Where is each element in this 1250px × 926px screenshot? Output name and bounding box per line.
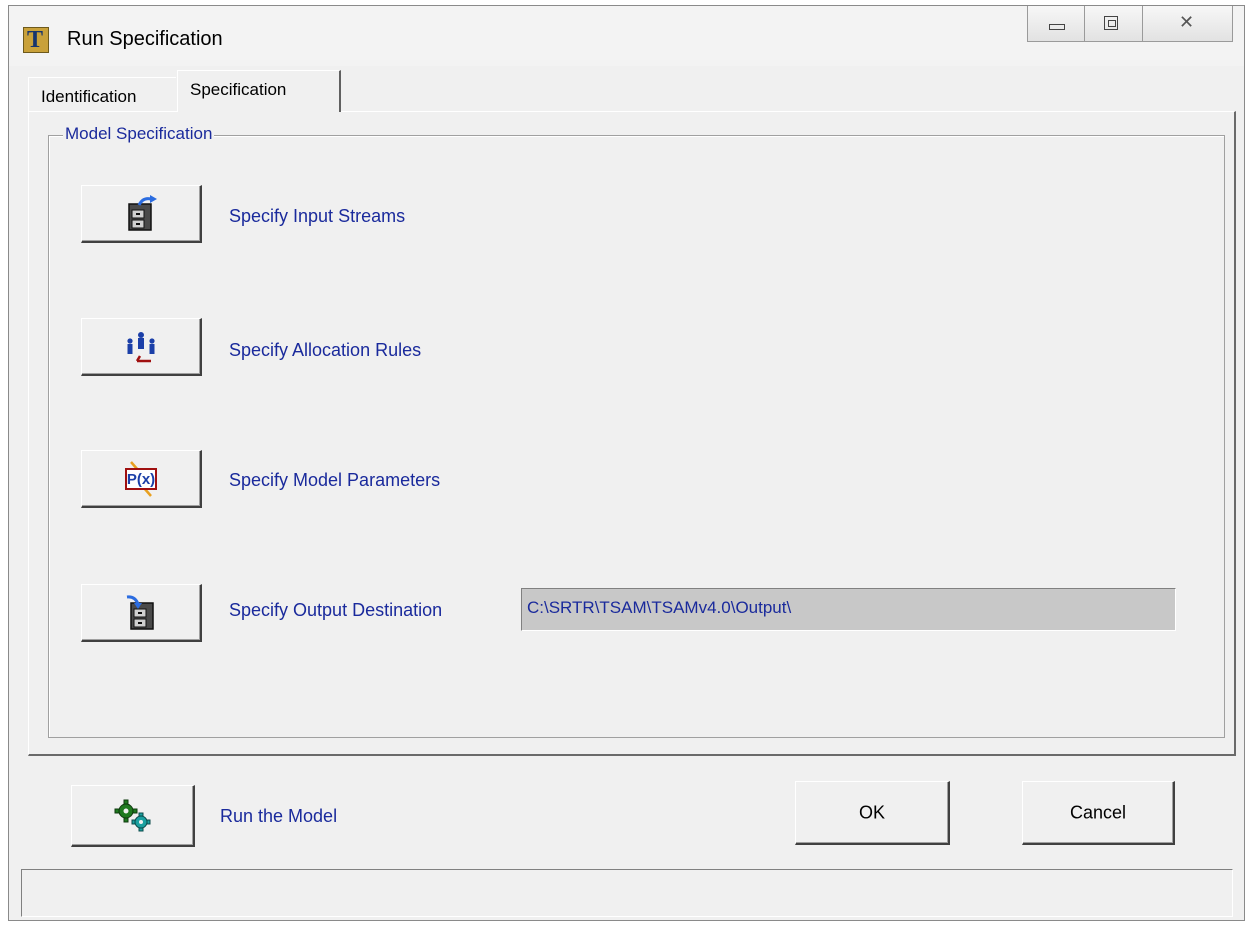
gears-icon (114, 799, 150, 831)
run-model-label: Run the Model (220, 806, 338, 826)
cancel-button[interactable]: Cancel (1022, 781, 1175, 845)
minimize-button[interactable] (1027, 6, 1085, 42)
app-icon-letter: T (27, 27, 44, 53)
parameters-px-icon: P(x) (125, 460, 157, 497)
ok-button-label: OK (858, 802, 885, 822)
cabinet-out-icon (126, 594, 154, 630)
group-legend: Model Specification (63, 124, 215, 144)
status-bar (21, 869, 1233, 917)
input-streams-button[interactable] (81, 185, 202, 243)
run-model-button[interactable] (71, 785, 195, 847)
svg-text:P(x): P(x) (127, 471, 155, 488)
title-bar[interactable]: T Run Specification ✕ (9, 6, 1244, 66)
allocation-rules-label: Specify Allocation Rules (229, 340, 422, 360)
model-parameters-button[interactable]: P(x) (81, 450, 202, 508)
maximize-button[interactable] (1085, 6, 1143, 42)
input-streams-label: Specify Input Streams (229, 206, 406, 226)
minimize-icon (1049, 24, 1065, 30)
cabinet-in-icon (128, 194, 157, 231)
cancel-button-label: Cancel (1069, 802, 1127, 822)
close-button[interactable]: ✕ (1143, 6, 1233, 42)
restore-icon (1104, 16, 1118, 30)
close-icon: ✕ (1179, 12, 1195, 32)
output-destination-button[interactable] (81, 584, 202, 642)
tab-identification[interactable]: Identification (28, 77, 176, 111)
model-specification-group (48, 135, 1225, 738)
window-title: Run Specification (67, 28, 223, 50)
tab-specification[interactable]: Specification (177, 70, 341, 112)
output-path-field[interactable]: C:\SRTR\TSAM\TSAMv4.0\Output\ (521, 588, 1176, 631)
allocation-rules-button[interactable] (81, 318, 202, 376)
ok-button[interactable]: OK (795, 781, 950, 845)
app-icon: T (23, 27, 49, 53)
output-destination-label: Specify Output Destination (229, 600, 443, 620)
people-allocation-icon (127, 331, 155, 362)
window-controls: ✕ (1027, 6, 1233, 42)
model-parameters-label: Specify Model Parameters (229, 470, 441, 490)
